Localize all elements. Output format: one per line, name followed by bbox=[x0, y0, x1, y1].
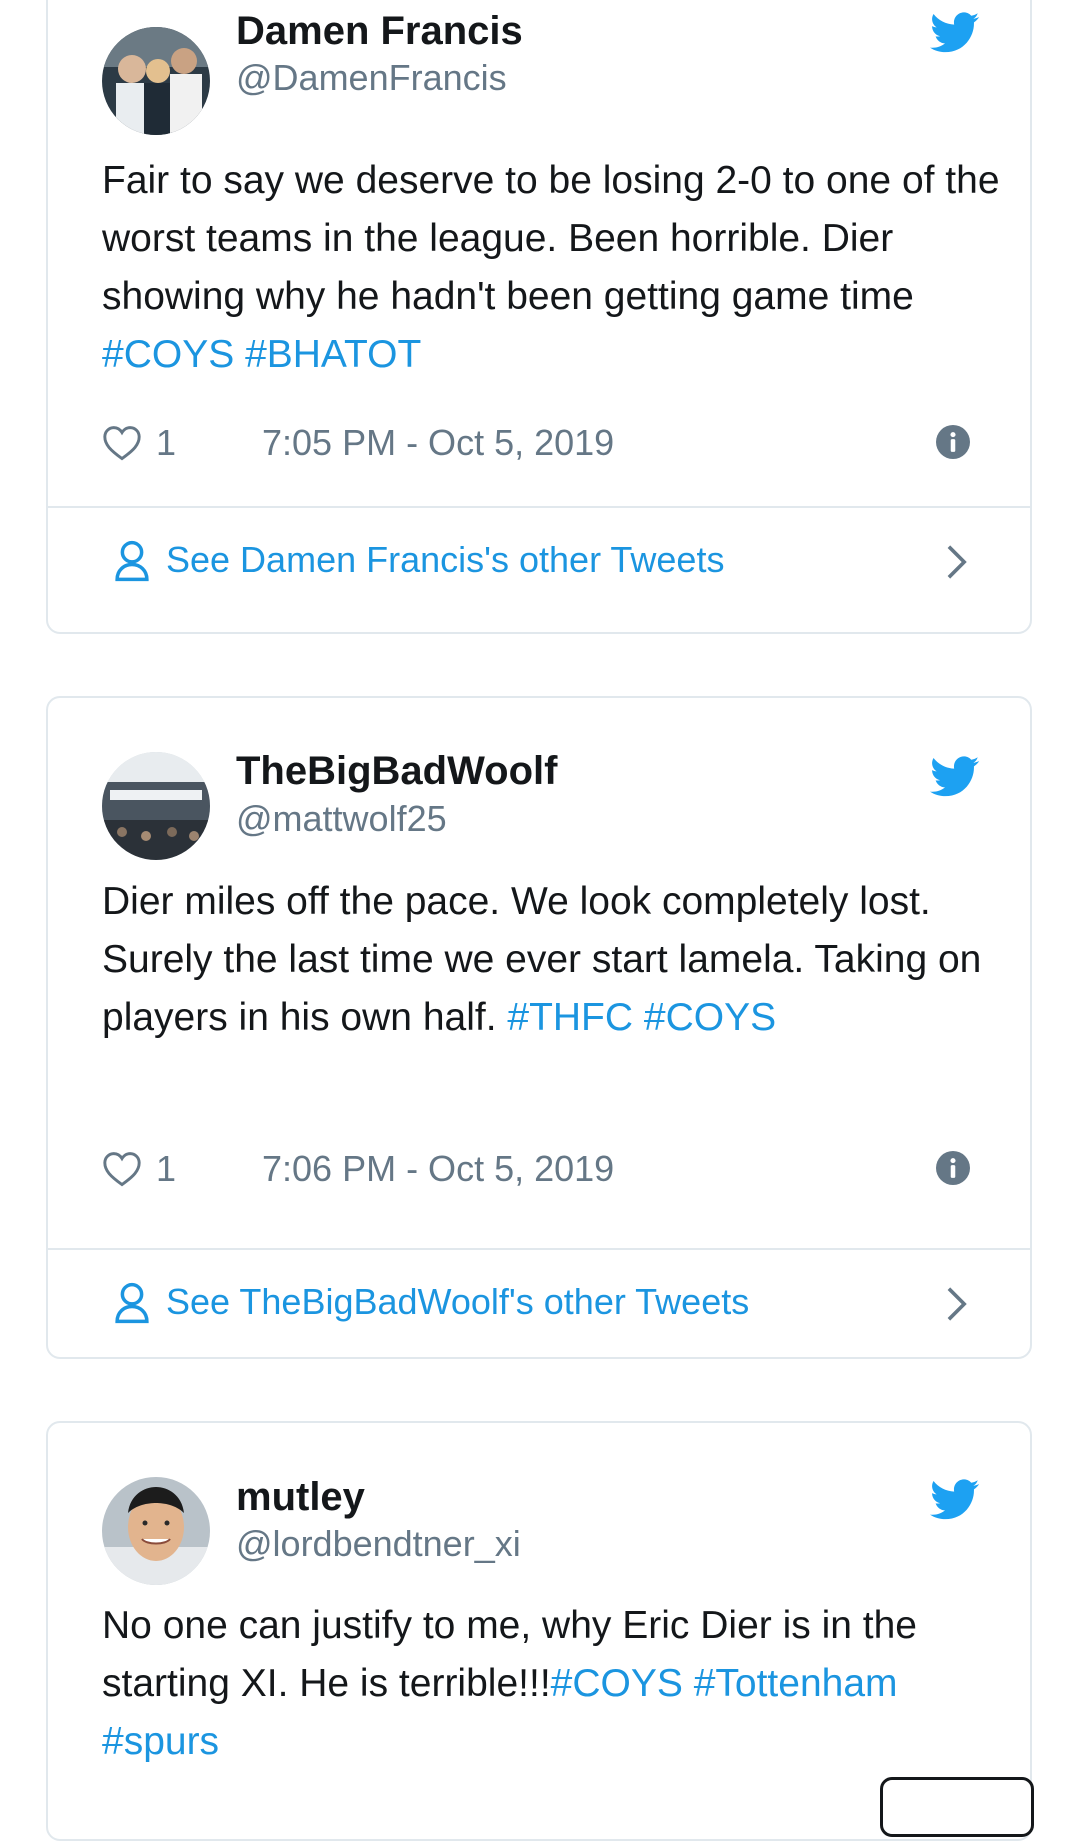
hashtag-link[interactable]: #COYS bbox=[551, 1662, 683, 1705]
twitter-bird-icon[interactable] bbox=[930, 756, 980, 798]
info-icon[interactable] bbox=[936, 1151, 970, 1185]
like-count: 1 bbox=[156, 422, 177, 463]
tweet-text-segment bbox=[683, 1662, 694, 1705]
tweet-meta: 1 7:06 PM - Oct 5, 2019 bbox=[102, 1144, 980, 1194]
chevron-right-icon bbox=[947, 1287, 967, 1321]
divider bbox=[48, 1248, 1030, 1250]
tweet-text-segment: Fair to say we deserve to be losing 2-0 … bbox=[102, 159, 1000, 318]
avatar[interactable] bbox=[102, 1477, 210, 1585]
timestamp[interactable]: 7:05 PM - Oct 5, 2019 bbox=[262, 418, 614, 468]
partial-button[interactable] bbox=[880, 1777, 1034, 1837]
hashtag-link[interactable]: #BHATOT bbox=[245, 333, 421, 376]
hashtag-link[interactable]: #COYS bbox=[644, 996, 776, 1039]
see-other-tweets-label: See Damen Francis's other Tweets bbox=[166, 539, 725, 580]
avatar[interactable] bbox=[102, 752, 210, 860]
display-name[interactable]: Damen Francis bbox=[236, 8, 523, 54]
person-icon bbox=[115, 1282, 149, 1324]
tweet-meta: 1 7:05 PM - Oct 5, 2019 bbox=[102, 418, 980, 468]
user-handle[interactable]: @mattwolf25 bbox=[236, 798, 447, 840]
divider bbox=[48, 506, 1030, 508]
tweet-card: TheBigBadWoolf @mattwolf25 Dier miles of… bbox=[46, 696, 1032, 1359]
user-handle[interactable]: @DamenFrancis bbox=[236, 57, 507, 99]
twitter-bird-icon[interactable] bbox=[930, 1479, 980, 1521]
tweet-text-segment bbox=[234, 333, 245, 376]
tweet-text: Fair to say we deserve to be losing 2-0 … bbox=[102, 152, 1002, 384]
avatar[interactable] bbox=[102, 27, 210, 135]
hashtag-link[interactable]: #COYS bbox=[102, 333, 234, 376]
tweet-card: mutley @lordbendtner_xi No one can justi… bbox=[46, 1421, 1032, 1841]
person-icon bbox=[115, 540, 149, 582]
twitter-bird-icon[interactable] bbox=[930, 12, 980, 54]
hashtag-link[interactable]: #Tottenham bbox=[694, 1662, 898, 1705]
tweet-card: Damen Francis @DamenFrancis Fair to say … bbox=[46, 0, 1032, 634]
tweet-text: Dier miles off the pace. We look complet… bbox=[102, 873, 1002, 1047]
user-handle[interactable]: @lordbendtner_xi bbox=[236, 1523, 521, 1565]
like-count: 1 bbox=[156, 1148, 177, 1189]
display-name[interactable]: mutley bbox=[236, 1474, 365, 1520]
info-icon[interactable] bbox=[936, 425, 970, 459]
tweet-text-segment bbox=[633, 996, 644, 1039]
display-name[interactable]: TheBigBadWoolf bbox=[236, 748, 557, 794]
timestamp[interactable]: 7:06 PM - Oct 5, 2019 bbox=[262, 1144, 614, 1194]
tweet-text: No one can justify to me, why Eric Dier … bbox=[102, 1597, 1002, 1771]
see-other-tweets-link[interactable]: See Damen Francis's other Tweets bbox=[48, 510, 1030, 610]
heart-icon[interactable] bbox=[102, 425, 142, 461]
hashtag-link[interactable]: #spurs bbox=[102, 1720, 219, 1763]
see-other-tweets-label: See TheBigBadWoolf's other Tweets bbox=[166, 1281, 750, 1322]
heart-icon[interactable] bbox=[102, 1151, 142, 1187]
hashtag-link[interactable]: #THFC bbox=[507, 996, 633, 1039]
see-other-tweets-link[interactable]: See TheBigBadWoolf's other Tweets bbox=[48, 1252, 1030, 1352]
chevron-right-icon bbox=[947, 545, 967, 579]
